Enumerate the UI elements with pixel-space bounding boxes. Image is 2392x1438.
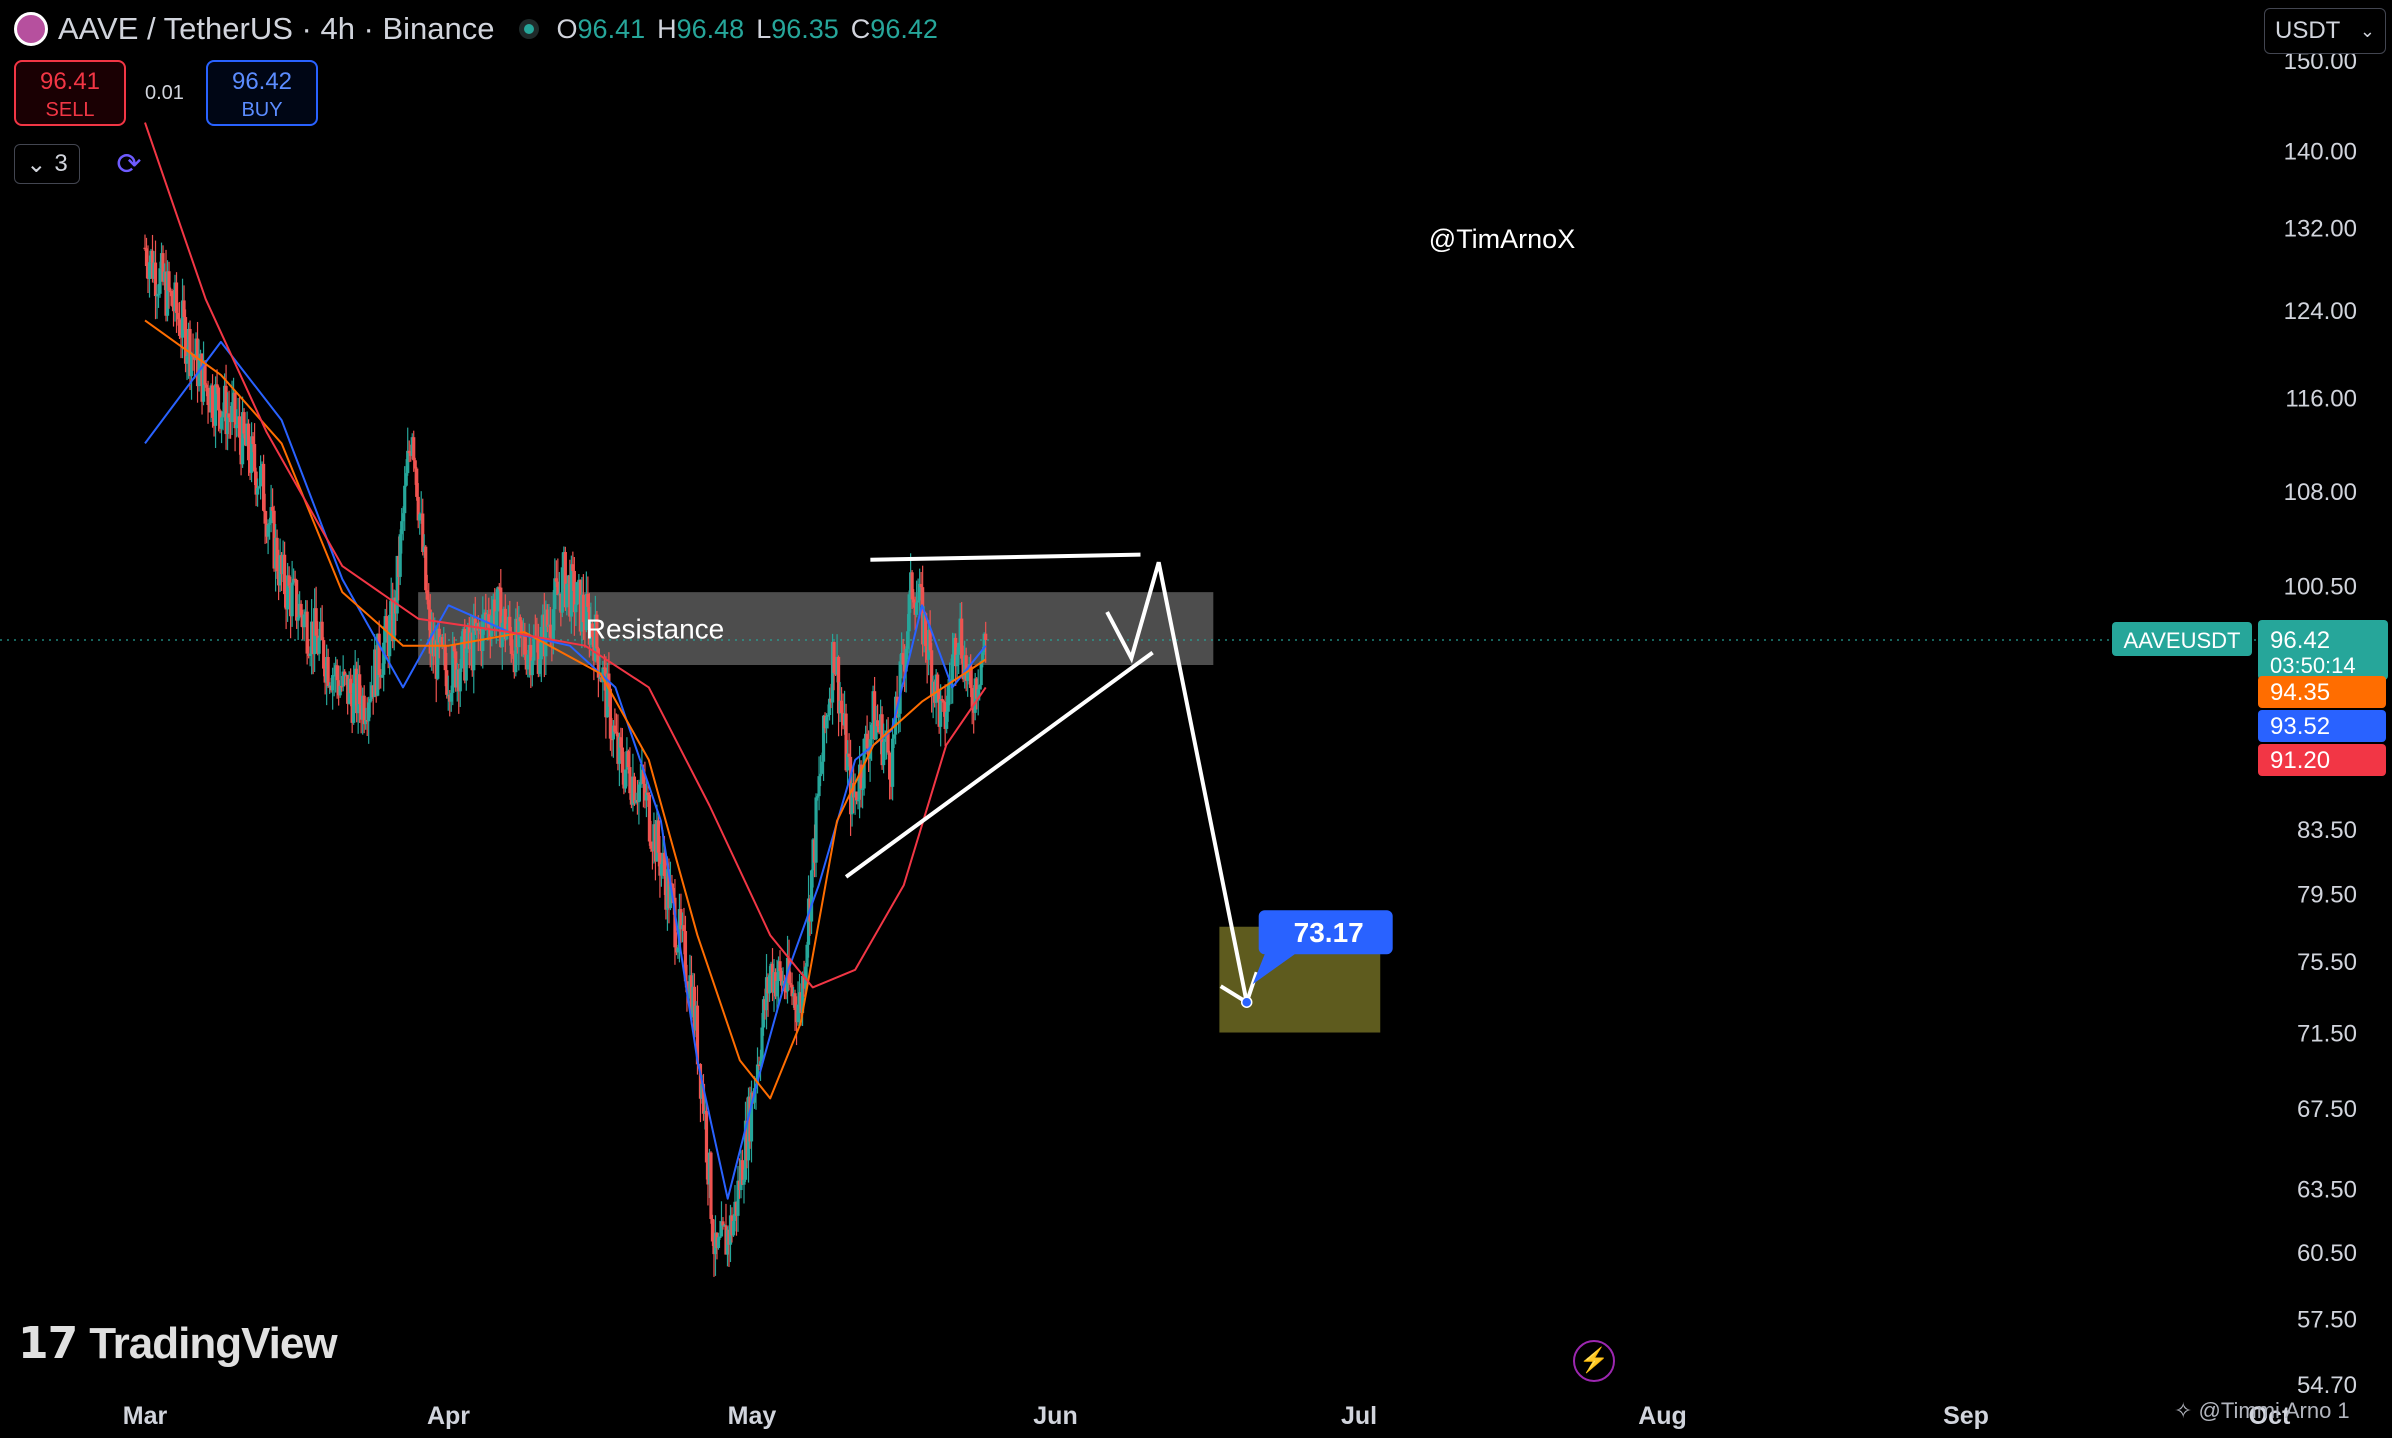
y-axis-tick: 60.50	[2297, 1240, 2357, 1267]
currency-select[interactable]: USDT ⌄	[2264, 8, 2386, 54]
ohlc-close: C96.42	[850, 13, 938, 44]
tradingview-mark-icon: 𝟭𝟳	[18, 1319, 78, 1368]
x-axis-tick: Mar	[123, 1402, 168, 1430]
y-axis-tick: 116.00	[2285, 385, 2357, 412]
candle-body	[412, 437, 416, 461]
footer-credit: ✧ @Timmi Arno 1	[2174, 1398, 2350, 1423]
y-axis-tick: 100.50	[2284, 574, 2357, 601]
chevron-down-icon: ⌄	[26, 150, 47, 178]
candle-body	[532, 636, 536, 661]
symbol-title[interactable]: AAVE / TetherUS · 4h · Binance	[58, 11, 495, 47]
ohlc-high: H96.48	[657, 13, 745, 44]
candle-body	[539, 626, 543, 660]
sync-icon[interactable]: ⟳	[112, 148, 146, 182]
y-axis-tick: 67.50	[2297, 1096, 2357, 1123]
symbol-price-tag-label: AAVEUSDT	[2124, 628, 2241, 653]
ohlc-open: O96.41	[556, 13, 646, 44]
x-axis-tick: Apr	[427, 1402, 470, 1430]
y-axis-tick: 132.00	[2284, 216, 2357, 243]
candle-body	[814, 797, 818, 863]
candle-body	[574, 604, 578, 613]
tradingview-logo[interactable]: 𝟭𝟳 TradingView	[18, 1318, 338, 1369]
target-point[interactable]	[1240, 996, 1253, 1008]
y-axis-tick: 54.70	[2297, 1372, 2357, 1399]
ma-price-value: 93.52	[2270, 713, 2330, 740]
currency-value: USDT	[2275, 17, 2341, 44]
x-axis-tick: Jun	[1033, 1402, 1077, 1430]
chevron-down-icon: ⌄	[2359, 20, 2375, 41]
resistance-label: Resistance	[586, 614, 725, 645]
candle-body	[377, 633, 381, 676]
sell-price: 96.41	[39, 68, 101, 95]
sell-button[interactable]: 96.41 SELL	[14, 60, 126, 126]
indicators-count: 3	[54, 150, 68, 177]
lightning-icon[interactable]: ⚡	[1573, 1340, 1615, 1382]
chart-header: AAVE / TetherUS · 4h · Binance O96.41 H9…	[14, 10, 938, 48]
y-axis-tick: 83.50	[2297, 817, 2357, 844]
aave-logo-icon	[14, 12, 48, 46]
candle-body	[326, 657, 330, 687]
last-price-value: 96.42	[2270, 627, 2330, 654]
candle-body	[290, 582, 294, 617]
buy-price: 96.42	[231, 68, 293, 95]
ohlc-low: L96.35	[756, 13, 839, 44]
y-axis-tick: 57.50	[2297, 1307, 2357, 1334]
spread-value: 0.01	[145, 82, 184, 104]
y-axis-tick: 124.00	[2284, 298, 2357, 325]
buy-button[interactable]: 96.42 BUY	[206, 60, 318, 126]
candle-body	[832, 642, 836, 673]
indicators-toggle[interactable]: ⌄ 3	[14, 144, 80, 184]
moving-average-line-2	[144, 319, 987, 1100]
market-status-icon[interactable]	[518, 19, 539, 39]
target-price-text: 73.17	[1294, 917, 1364, 948]
candle-body	[403, 485, 407, 514]
buy-label: BUY	[241, 99, 283, 121]
x-axis-tick: Sep	[1943, 1402, 1989, 1430]
ma-price-value: 94.35	[2270, 679, 2330, 706]
y-axis-tick: 75.50	[2297, 949, 2357, 976]
candle-body	[464, 648, 468, 681]
candle-body	[704, 1110, 709, 1163]
sell-label: SELL	[45, 99, 95, 121]
watermark-text: @TimArnoX	[1429, 224, 1575, 254]
candle-body	[915, 602, 919, 615]
y-axis-tick: 140.00	[2284, 138, 2357, 165]
x-axis-tick: Aug	[1638, 1402, 1687, 1430]
candle-body	[984, 633, 988, 640]
candle-body	[252, 444, 257, 472]
x-axis-tick: May	[728, 1402, 777, 1430]
candle-body	[216, 387, 221, 411]
bar-countdown: 03:50:14	[2270, 653, 2356, 678]
candle-body	[718, 1236, 722, 1239]
y-axis-tick: 63.50	[2297, 1176, 2357, 1203]
y-axis-tick: 71.50	[2297, 1021, 2357, 1048]
ohlc-values: O96.41 H96.48 L96.35 C96.42	[557, 14, 938, 45]
candle-body	[709, 1152, 713, 1220]
price-chart[interactable]: Resistance73.17@TimArnoX150.00140.00132.…	[0, 0, 2392, 1438]
ma-price-value: 91.20	[2270, 747, 2330, 774]
brand-name: TradingView	[89, 1318, 337, 1368]
y-axis-tick: 79.50	[2297, 881, 2357, 908]
candle-body	[936, 674, 940, 691]
x-axis-tick: Jul	[1341, 1402, 1377, 1430]
candle-body	[496, 587, 500, 612]
y-axis-tick: 108.00	[2284, 479, 2357, 506]
